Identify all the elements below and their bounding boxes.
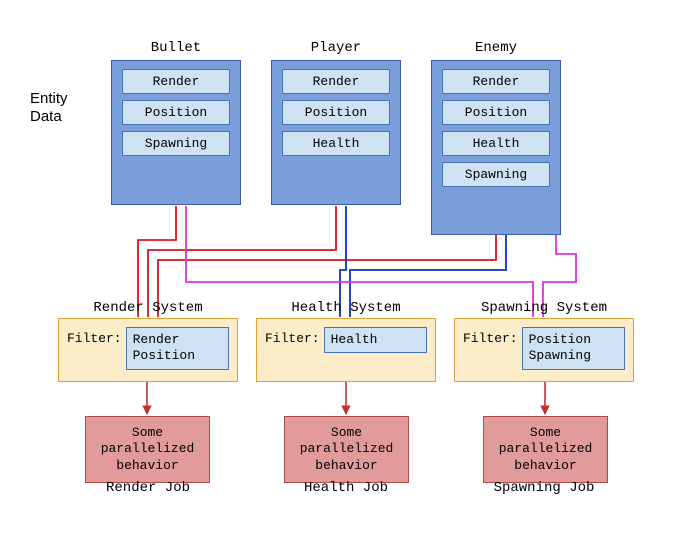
job-box-health: Some parallelized behavior (284, 416, 409, 483)
component-health: Health (442, 131, 550, 156)
system-to-job-arrows (147, 382, 545, 414)
system-title-health: Health System (256, 300, 436, 316)
component-health: Health (282, 131, 390, 156)
system-box-health: Filter: Health (256, 318, 436, 382)
entity-data-label: Entity Data (30, 90, 68, 126)
job-text: Some parallelized behavior (499, 425, 593, 473)
entity-title-player: Player (271, 40, 401, 56)
component-position: Position (122, 100, 230, 125)
filter-box: Position Spawning (522, 327, 625, 370)
component-spawning: Spawning (442, 162, 550, 187)
entity-title-bullet: Bullet (111, 40, 241, 56)
filter-item: Position (529, 332, 618, 348)
filter-box: Health (324, 327, 427, 353)
job-title-health: Health Job (256, 480, 436, 496)
component-position: Position (282, 100, 390, 125)
job-text: Some parallelized behavior (101, 425, 195, 473)
job-text: Some parallelized behavior (300, 425, 394, 473)
filter-label: Filter: (265, 327, 320, 346)
entity-data-label-l1: Entity (30, 90, 68, 108)
system-title-render: Render System (58, 300, 238, 316)
job-box-spawning: Some parallelized behavior (483, 416, 608, 483)
entity-box-enemy: Render Position Health Spawning (431, 60, 561, 235)
component-render: Render (442, 69, 550, 94)
filter-item: Health (331, 332, 420, 348)
job-title-render: Render Job (58, 480, 238, 496)
filter-item: Spawning (529, 348, 618, 364)
system-title-spawning: Spawning System (454, 300, 634, 316)
component-render: Render (122, 69, 230, 94)
filter-item: Render (133, 332, 222, 348)
system-box-spawning: Filter: Position Spawning (454, 318, 634, 382)
job-box-render: Some parallelized behavior (85, 416, 210, 483)
filter-label: Filter: (463, 327, 518, 346)
component-render: Render (282, 69, 390, 94)
filter-item: Position (133, 348, 222, 364)
entity-data-label-l2: Data (30, 108, 68, 126)
system-box-render: Filter: Render Position (58, 318, 238, 382)
diagram-canvas: Entity Data Bullet Player Enemy Render P… (0, 0, 694, 538)
entity-title-enemy: Enemy (431, 40, 561, 56)
job-title-spawning: Spawning Job (454, 480, 634, 496)
component-position: Position (442, 100, 550, 125)
filter-label: Filter: (67, 327, 122, 346)
entity-box-bullet: Render Position Spawning (111, 60, 241, 205)
filter-box: Render Position (126, 327, 229, 370)
component-spawning: Spawning (122, 131, 230, 156)
entity-box-player: Render Position Health (271, 60, 401, 205)
